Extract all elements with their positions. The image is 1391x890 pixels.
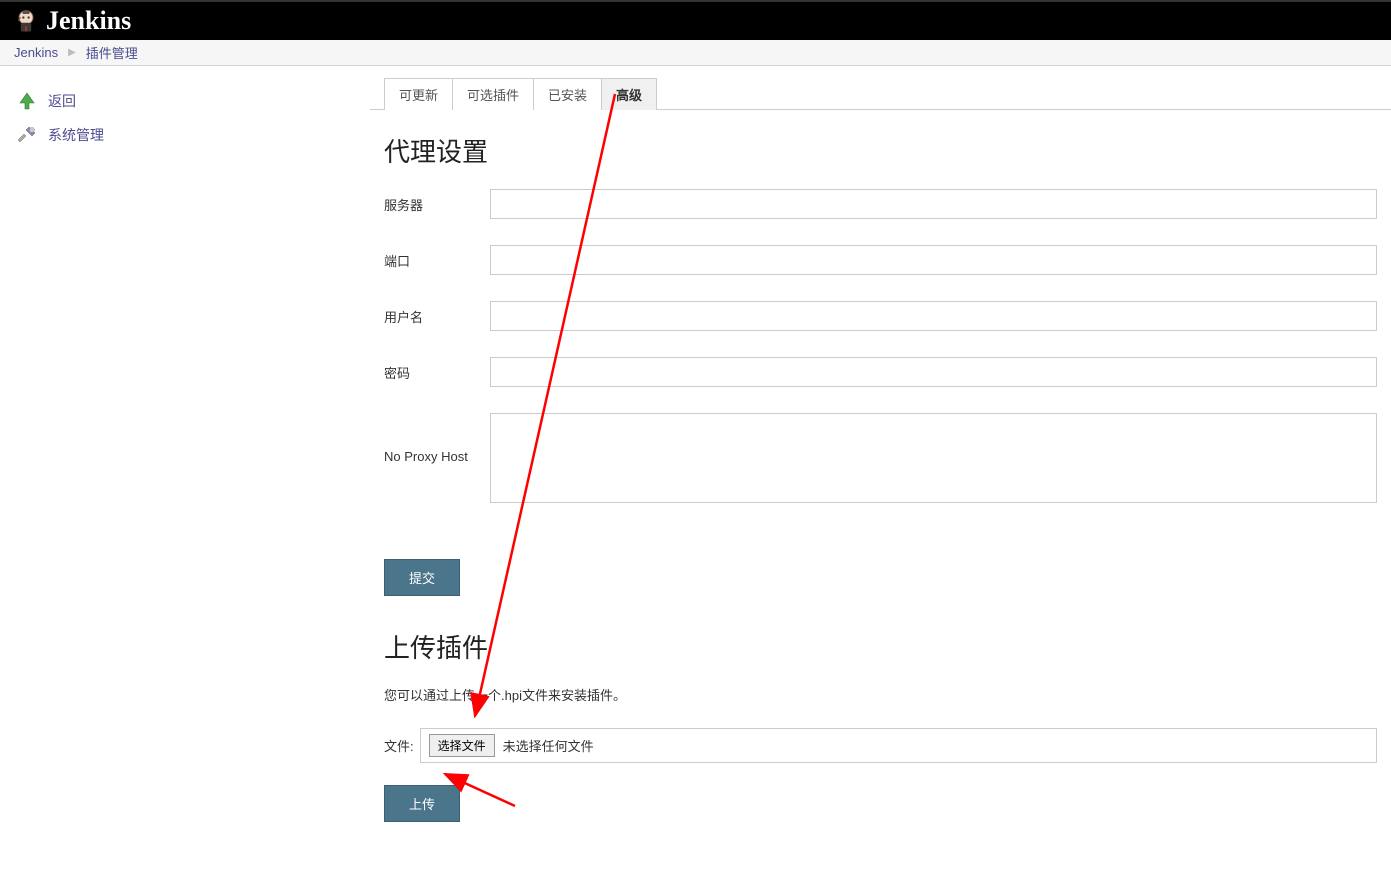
top-header: Jenkins: [0, 0, 1391, 40]
sidebar-item-back[interactable]: 返回: [14, 84, 356, 118]
password-input[interactable]: [490, 357, 1377, 387]
form-row-username: 用户名: [384, 301, 1377, 331]
form-row-password: 密码: [384, 357, 1377, 387]
file-input-wrap[interactable]: 选择文件 未选择任何文件: [420, 728, 1377, 763]
tab-installed[interactable]: 已安装: [534, 78, 602, 110]
tab-updates[interactable]: 可更新: [384, 78, 453, 110]
breadcrumb-root[interactable]: Jenkins: [14, 45, 58, 60]
tabs: 可更新 可选插件 已安装 高级: [384, 78, 1391, 110]
app-title: Jenkins: [46, 6, 131, 36]
no-file-text: 未选择任何文件: [503, 736, 594, 755]
port-input[interactable]: [490, 245, 1377, 275]
tab-advanced[interactable]: 高级: [602, 78, 657, 110]
breadcrumb: Jenkins ▶ 插件管理: [0, 40, 1391, 66]
upload-button[interactable]: 上传: [384, 785, 460, 822]
jenkins-logo-icon: [12, 7, 40, 35]
noproxy-label: No Proxy Host: [384, 413, 490, 464]
upload-section-title: 上传插件: [384, 628, 1377, 665]
noproxy-input[interactable]: [490, 413, 1377, 503]
tab-available[interactable]: 可选插件: [453, 78, 534, 110]
port-label: 端口: [384, 245, 490, 270]
upload-row: 文件: 选择文件 未选择任何文件: [384, 728, 1377, 763]
form-row-port: 端口: [384, 245, 1377, 275]
proxy-section-title: 代理设置: [384, 132, 1377, 169]
choose-file-button[interactable]: 选择文件: [429, 734, 495, 757]
sidebar-item-manage[interactable]: 系统管理: [14, 118, 356, 152]
chevron-right-icon: ▶: [68, 47, 76, 58]
submit-button[interactable]: 提交: [384, 559, 460, 596]
upload-description: 您可以通过上传一个.hpi文件来安装插件。: [384, 685, 1377, 704]
sidebar-item-label: 返回: [48, 91, 76, 111]
form-row-noproxy: No Proxy Host: [384, 413, 1377, 503]
sidebar: 返回 系统管理: [0, 66, 370, 890]
username-label: 用户名: [384, 301, 490, 326]
logo[interactable]: Jenkins: [12, 6, 131, 36]
up-arrow-icon: [16, 90, 38, 112]
form-row-server: 服务器: [384, 189, 1377, 219]
username-input[interactable]: [490, 301, 1377, 331]
sidebar-item-label: 系统管理: [48, 125, 104, 145]
file-label: 文件:: [384, 736, 414, 755]
main-content: 可更新 可选插件 已安装 高级 代理设置 服务器 端口 用户名 密码: [370, 66, 1391, 890]
tools-icon: [16, 124, 38, 146]
server-input[interactable]: [490, 189, 1377, 219]
password-label: 密码: [384, 357, 490, 382]
breadcrumb-current[interactable]: 插件管理: [86, 43, 138, 62]
server-label: 服务器: [384, 189, 490, 214]
